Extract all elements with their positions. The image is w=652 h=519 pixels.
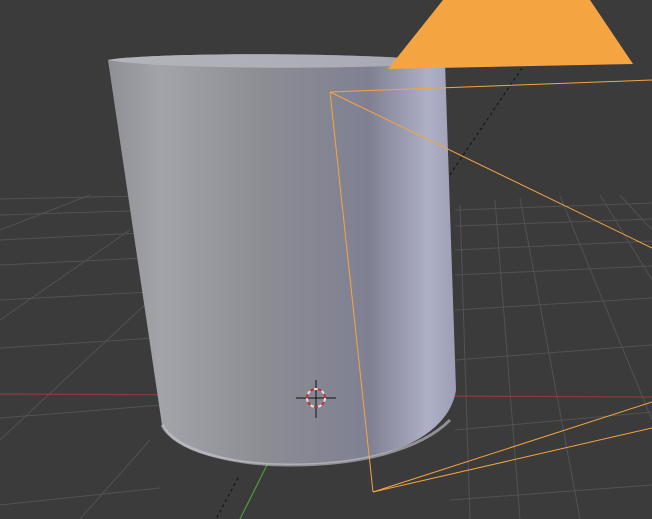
cylinder-object[interactable] <box>108 54 456 467</box>
3d-viewport[interactable] <box>0 0 652 519</box>
camera-up-triangle[interactable] <box>388 0 633 69</box>
y-axis-line <box>239 462 269 519</box>
viewport-canvas[interactable] <box>0 0 652 519</box>
camera-target-line-lower <box>215 477 239 519</box>
